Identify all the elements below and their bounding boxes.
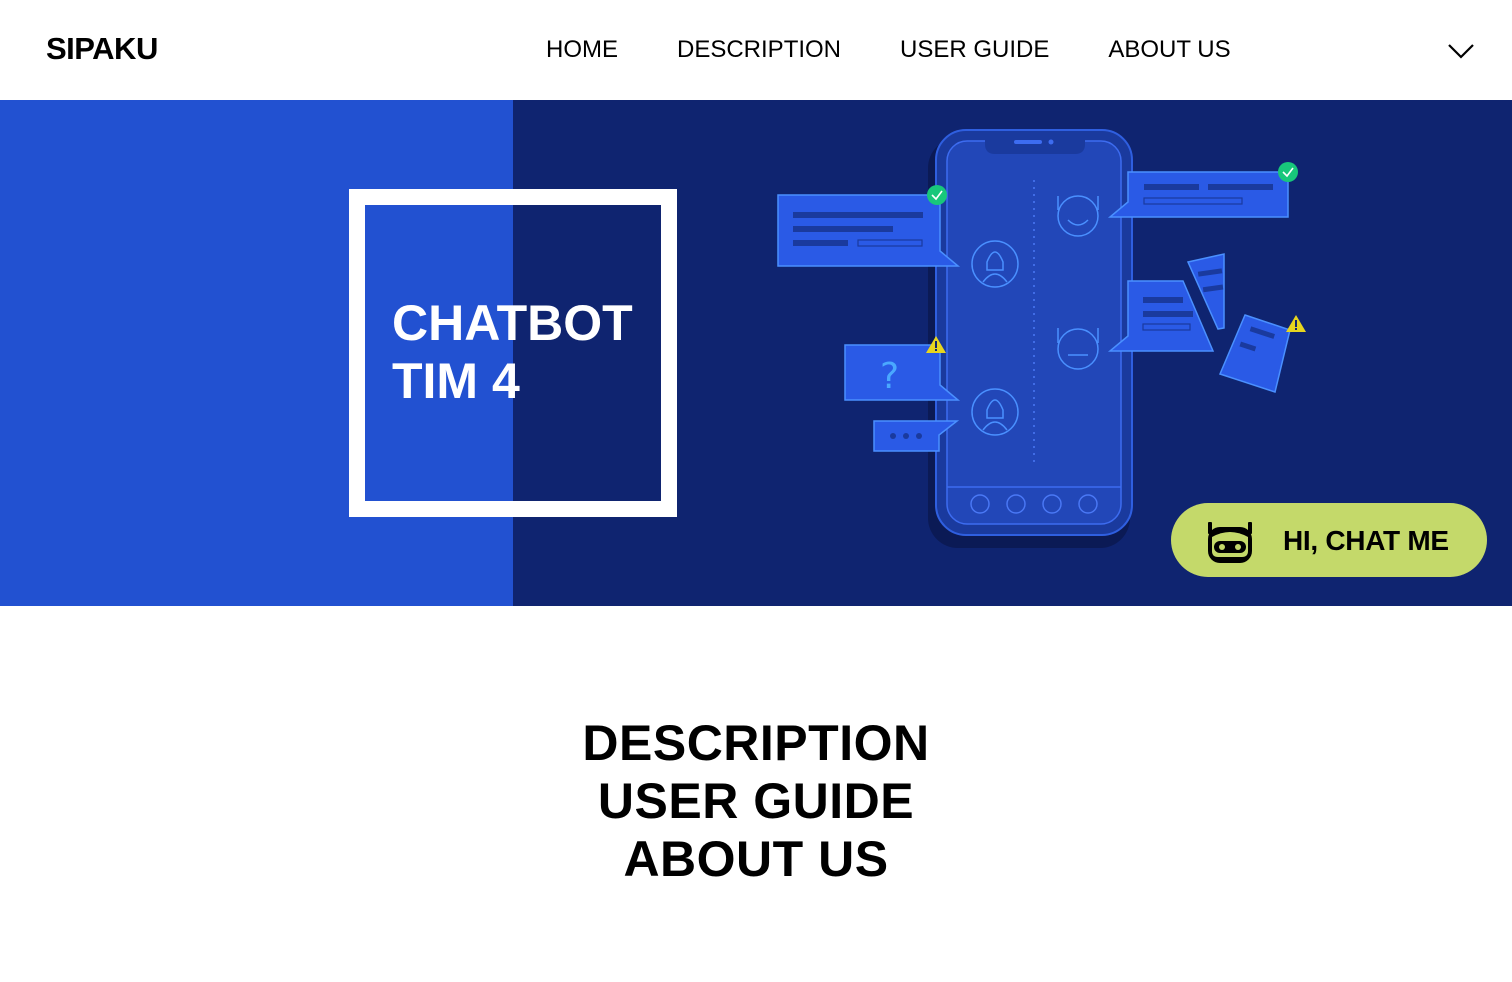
chat-me-button[interactable]: HI, CHAT ME xyxy=(1171,503,1487,577)
hero-title: CHATBOT TIM 4 xyxy=(392,294,633,410)
main-nav: HOME DESCRIPTION USER GUIDE ABOUT US xyxy=(546,36,1231,64)
hero-title-line-1: CHATBOT xyxy=(392,295,633,351)
phone-chat-illustration: ? xyxy=(777,129,1306,548)
section-description-link[interactable]: DESCRIPTION xyxy=(0,714,1512,772)
hero-banner: CHATBOT TIM 4 ? HI, CHAT ME xyxy=(0,100,1512,606)
chevron-down-icon[interactable] xyxy=(1446,36,1476,66)
nav-about-us-link[interactable]: ABOUT US xyxy=(1108,36,1230,64)
section-about-us-link[interactable]: ABOUT US xyxy=(0,830,1512,888)
nav-user-guide-link[interactable]: USER GUIDE xyxy=(900,36,1049,64)
section-links: DESCRIPTION USER GUIDE ABOUT US xyxy=(0,714,1512,888)
site-logo[interactable]: SIPAKU xyxy=(46,31,158,67)
question-mark-icon: ? xyxy=(880,356,899,397)
robot-icon xyxy=(1208,522,1252,563)
site-header: SIPAKU HOME DESCRIPTION USER GUIDE ABOUT… xyxy=(0,0,1512,100)
chat-me-label: HI, CHAT ME xyxy=(1283,525,1449,556)
nav-description-link[interactable]: DESCRIPTION xyxy=(677,36,841,64)
hero-title-line-2: TIM 4 xyxy=(392,353,520,409)
section-user-guide-link[interactable]: USER GUIDE xyxy=(0,772,1512,830)
nav-home-link[interactable]: HOME xyxy=(546,36,618,64)
